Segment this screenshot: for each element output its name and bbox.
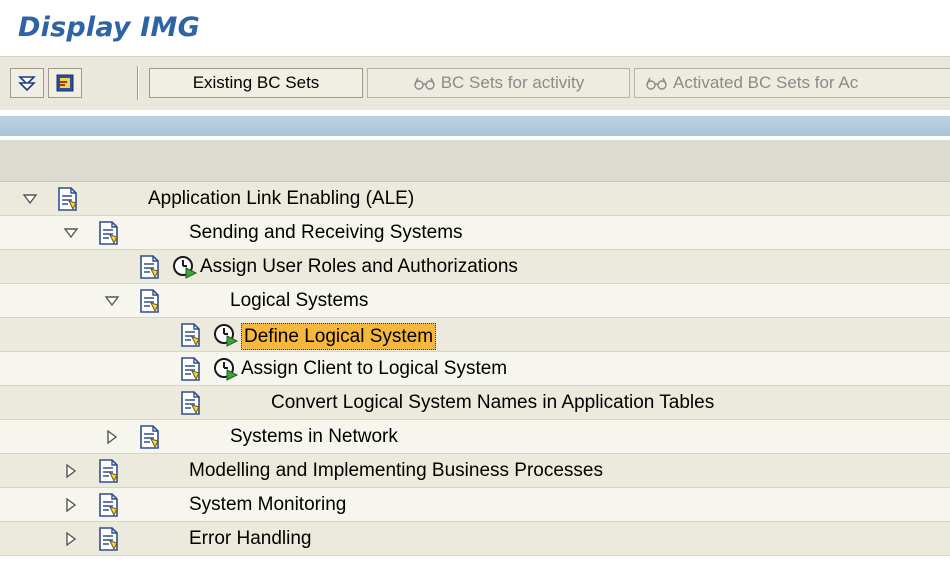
documentation-icon[interactable] (56, 182, 80, 215)
tree-node-label-wrap: Application Link Enabling (ALE) (148, 182, 414, 215)
documentation-icon[interactable] (138, 284, 162, 317)
application-toolbar: Existing BC Sets BC Sets for activity Ac… (0, 56, 950, 110)
documentation-icon[interactable] (179, 318, 203, 351)
expand-subtree-icon (18, 76, 36, 92)
documentation-icon[interactable] (179, 386, 203, 419)
expand-node-icon[interactable] (63, 488, 79, 521)
collapse-node-icon[interactable] (104, 284, 120, 317)
activated-bc-sets-label: Activated BC Sets for Ac (673, 73, 859, 92)
tree-node-label-wrap: Sending and Receiving Systems (189, 216, 463, 249)
tree-node-label[interactable]: Error Handling (189, 528, 312, 550)
tree-node[interactable]: Systems in Network (0, 420, 950, 454)
activated-bc-sets-button[interactable]: Activated BC Sets for Ac (634, 68, 950, 98)
tree-node-label[interactable]: System Monitoring (189, 494, 346, 516)
tree-node[interactable]: Application Link Enabling (ALE) (0, 182, 950, 216)
tree-node[interactable]: Assign Client to Logical System (0, 352, 950, 386)
tree-node-label-wrap: Systems in Network (230, 420, 398, 453)
tree-node-label-wrap: Define Logical System (241, 318, 437, 351)
tree-node-label-wrap: Logical Systems (230, 284, 368, 317)
expand-subtree-button[interactable] (10, 68, 44, 98)
tree-node[interactable]: Define Logical System (0, 318, 950, 352)
expand-node-icon[interactable] (63, 454, 79, 487)
tree-node-label-wrap: Assign User Roles and Authorizations (200, 250, 518, 283)
documentation-icon[interactable] (97, 522, 121, 555)
execute-activity-icon[interactable] (172, 250, 198, 283)
tree-node-label[interactable]: Sending and Receiving Systems (189, 222, 463, 244)
tree-column-header (0, 140, 950, 182)
documentation-icon[interactable] (179, 352, 203, 385)
existing-bc-sets-button[interactable]: Existing BC Sets (149, 68, 363, 98)
documentation-icon[interactable] (97, 454, 121, 487)
tree-node[interactable]: Error Handling (0, 522, 950, 556)
collapse-node-icon[interactable] (22, 182, 38, 215)
tree-node[interactable]: Convert Logical System Names in Applicat… (0, 386, 950, 420)
tree-node-label[interactable]: Assign Client to Logical System (241, 358, 507, 380)
documentation-icon[interactable] (97, 488, 121, 521)
find-button[interactable] (48, 68, 82, 98)
tree-node-label[interactable]: Assign User Roles and Authorizations (200, 256, 518, 278)
tree-node-label[interactable]: Systems in Network (230, 426, 398, 448)
tree-title-bar (0, 116, 950, 136)
expand-node-icon[interactable] (63, 522, 79, 555)
find-icon (56, 74, 74, 92)
expand-node-icon[interactable] (104, 420, 120, 453)
tree-node-label-wrap: Convert Logical System Names in Applicat… (271, 386, 714, 419)
existing-bc-sets-label: Existing BC Sets (192, 73, 320, 92)
img-structure-tree: Application Link Enabling (ALE) Sending a… (0, 182, 950, 556)
tree-node-label-wrap: Assign Client to Logical System (241, 352, 507, 385)
tree-node-label[interactable]: Convert Logical System Names in Applicat… (271, 392, 714, 414)
tree-node[interactable]: Logical Systems (0, 284, 950, 318)
execute-activity-icon[interactable] (213, 352, 239, 385)
tree-node[interactable]: Sending and Receiving Systems (0, 216, 950, 250)
tree-node-label-wrap: Modelling and Implementing Business Proc… (189, 454, 603, 487)
tree-node-label-wrap: Error Handling (189, 522, 312, 555)
tree-node-label[interactable]: Application Link Enabling (ALE) (148, 188, 414, 210)
documentation-icon[interactable] (97, 216, 121, 249)
tree-node-label-selected[interactable]: Define Logical System (241, 323, 437, 350)
documentation-icon[interactable] (138, 420, 162, 453)
tree-node[interactable]: Assign User Roles and Authorizations (0, 250, 950, 284)
tree-node[interactable]: System Monitoring (0, 488, 950, 522)
tree-node-label-wrap: System Monitoring (189, 488, 346, 521)
documentation-icon[interactable] (138, 250, 162, 283)
tree-node-label[interactable]: Logical Systems (230, 290, 368, 312)
collapse-node-icon[interactable] (63, 216, 79, 249)
page-title: Display IMG (18, 12, 200, 43)
glasses-icon (646, 77, 667, 90)
glasses-icon (413, 77, 435, 90)
tree-node-label[interactable]: Modelling and Implementing Business Proc… (189, 460, 603, 482)
bc-sets-for-activity-label: BC Sets for activity (440, 73, 585, 92)
toolbar-separator (137, 66, 138, 100)
execute-activity-icon[interactable] (213, 318, 239, 351)
title-area: Display IMG (0, 0, 950, 56)
tree-node[interactable]: Modelling and Implementing Business Proc… (0, 454, 950, 488)
bc-sets-for-activity-button[interactable]: BC Sets for activity (367, 68, 630, 98)
